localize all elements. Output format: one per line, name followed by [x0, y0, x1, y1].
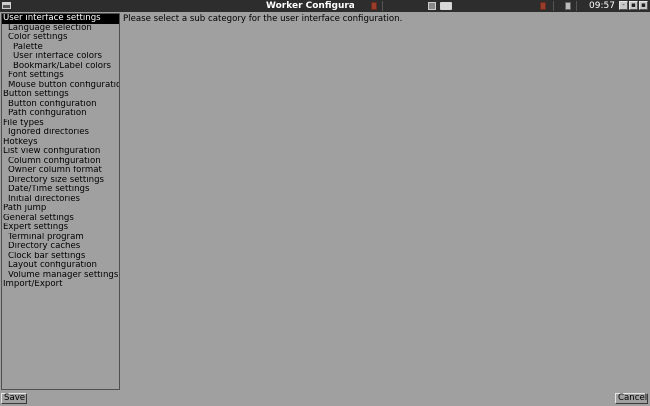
category-item[interactable]: General settings: [2, 214, 119, 224]
category-item[interactable]: Button settings: [2, 90, 119, 100]
tray-separator: [382, 1, 383, 11]
category-item[interactable]: Terminal program: [2, 233, 119, 243]
tray-app-icon[interactable]: [371, 2, 377, 10]
clock: 09:57: [589, 1, 615, 11]
title-bar: Worker Configuration 09:57 - ▪ ▪: [0, 0, 650, 12]
category-item[interactable]: Date/Time settings: [2, 185, 119, 195]
category-item[interactable]: Layout configuration: [2, 261, 119, 271]
minimize-button[interactable]: -: [619, 1, 628, 10]
category-item[interactable]: Language selection: [2, 24, 119, 34]
worker-configuration-window: Worker Configuration 09:57 - ▪ ▪ User in…: [0, 0, 650, 406]
category-item[interactable]: List view configuration: [2, 147, 119, 157]
close-button[interactable]: ▪: [639, 1, 648, 10]
category-item[interactable]: Clock bar settings: [2, 252, 119, 262]
category-item[interactable]: Expert settings: [2, 223, 119, 233]
cancel-button[interactable]: Cancel: [615, 393, 648, 404]
category-list[interactable]: User interface settings Language selectio…: [1, 13, 120, 390]
category-item[interactable]: Column configuration: [2, 157, 119, 167]
content-message: Please select a sub category for the use…: [123, 14, 403, 24]
category-item[interactable]: Bookmark/Label colors: [2, 62, 119, 72]
category-item[interactable]: Path jump: [2, 204, 119, 214]
window-menu-icon[interactable]: [2, 2, 11, 9]
tray-active-window-icon[interactable]: [440, 2, 452, 10]
category-item[interactable]: User interface settings: [2, 14, 119, 24]
category-item[interactable]: Ignored directories: [2, 128, 119, 138]
battery-icon: [565, 2, 571, 10]
tray-separator-3: [576, 1, 577, 11]
category-item[interactable]: Directory caches: [2, 242, 119, 252]
category-item[interactable]: Font settings: [2, 71, 119, 81]
save-button[interactable]: Save: [1, 393, 27, 404]
category-item[interactable]: Mouse button configuration: [2, 81, 119, 91]
window-title: Worker Configuration: [266, 1, 354, 11]
category-item[interactable]: Color settings: [2, 33, 119, 43]
category-item[interactable]: Owner column format: [2, 166, 119, 176]
category-item[interactable]: Hotkeys: [2, 138, 119, 148]
tray-window-icon[interactable]: [428, 2, 436, 10]
tray-app-icon-2[interactable]: [540, 2, 546, 10]
category-item[interactable]: Directory size settings: [2, 176, 119, 186]
category-item[interactable]: Import/Export: [2, 280, 119, 290]
maximize-button[interactable]: ▪: [629, 1, 638, 10]
category-item[interactable]: File types: [2, 119, 119, 129]
category-item[interactable]: Path configuration: [2, 109, 119, 119]
category-item[interactable]: Volume manager settings: [2, 271, 119, 281]
category-item[interactable]: User interface colors: [2, 52, 119, 62]
category-item[interactable]: Button configuration: [2, 100, 119, 110]
category-item[interactable]: Palette: [2, 43, 119, 53]
category-item[interactable]: Initial directories: [2, 195, 119, 205]
tray-separator-2: [553, 1, 554, 11]
